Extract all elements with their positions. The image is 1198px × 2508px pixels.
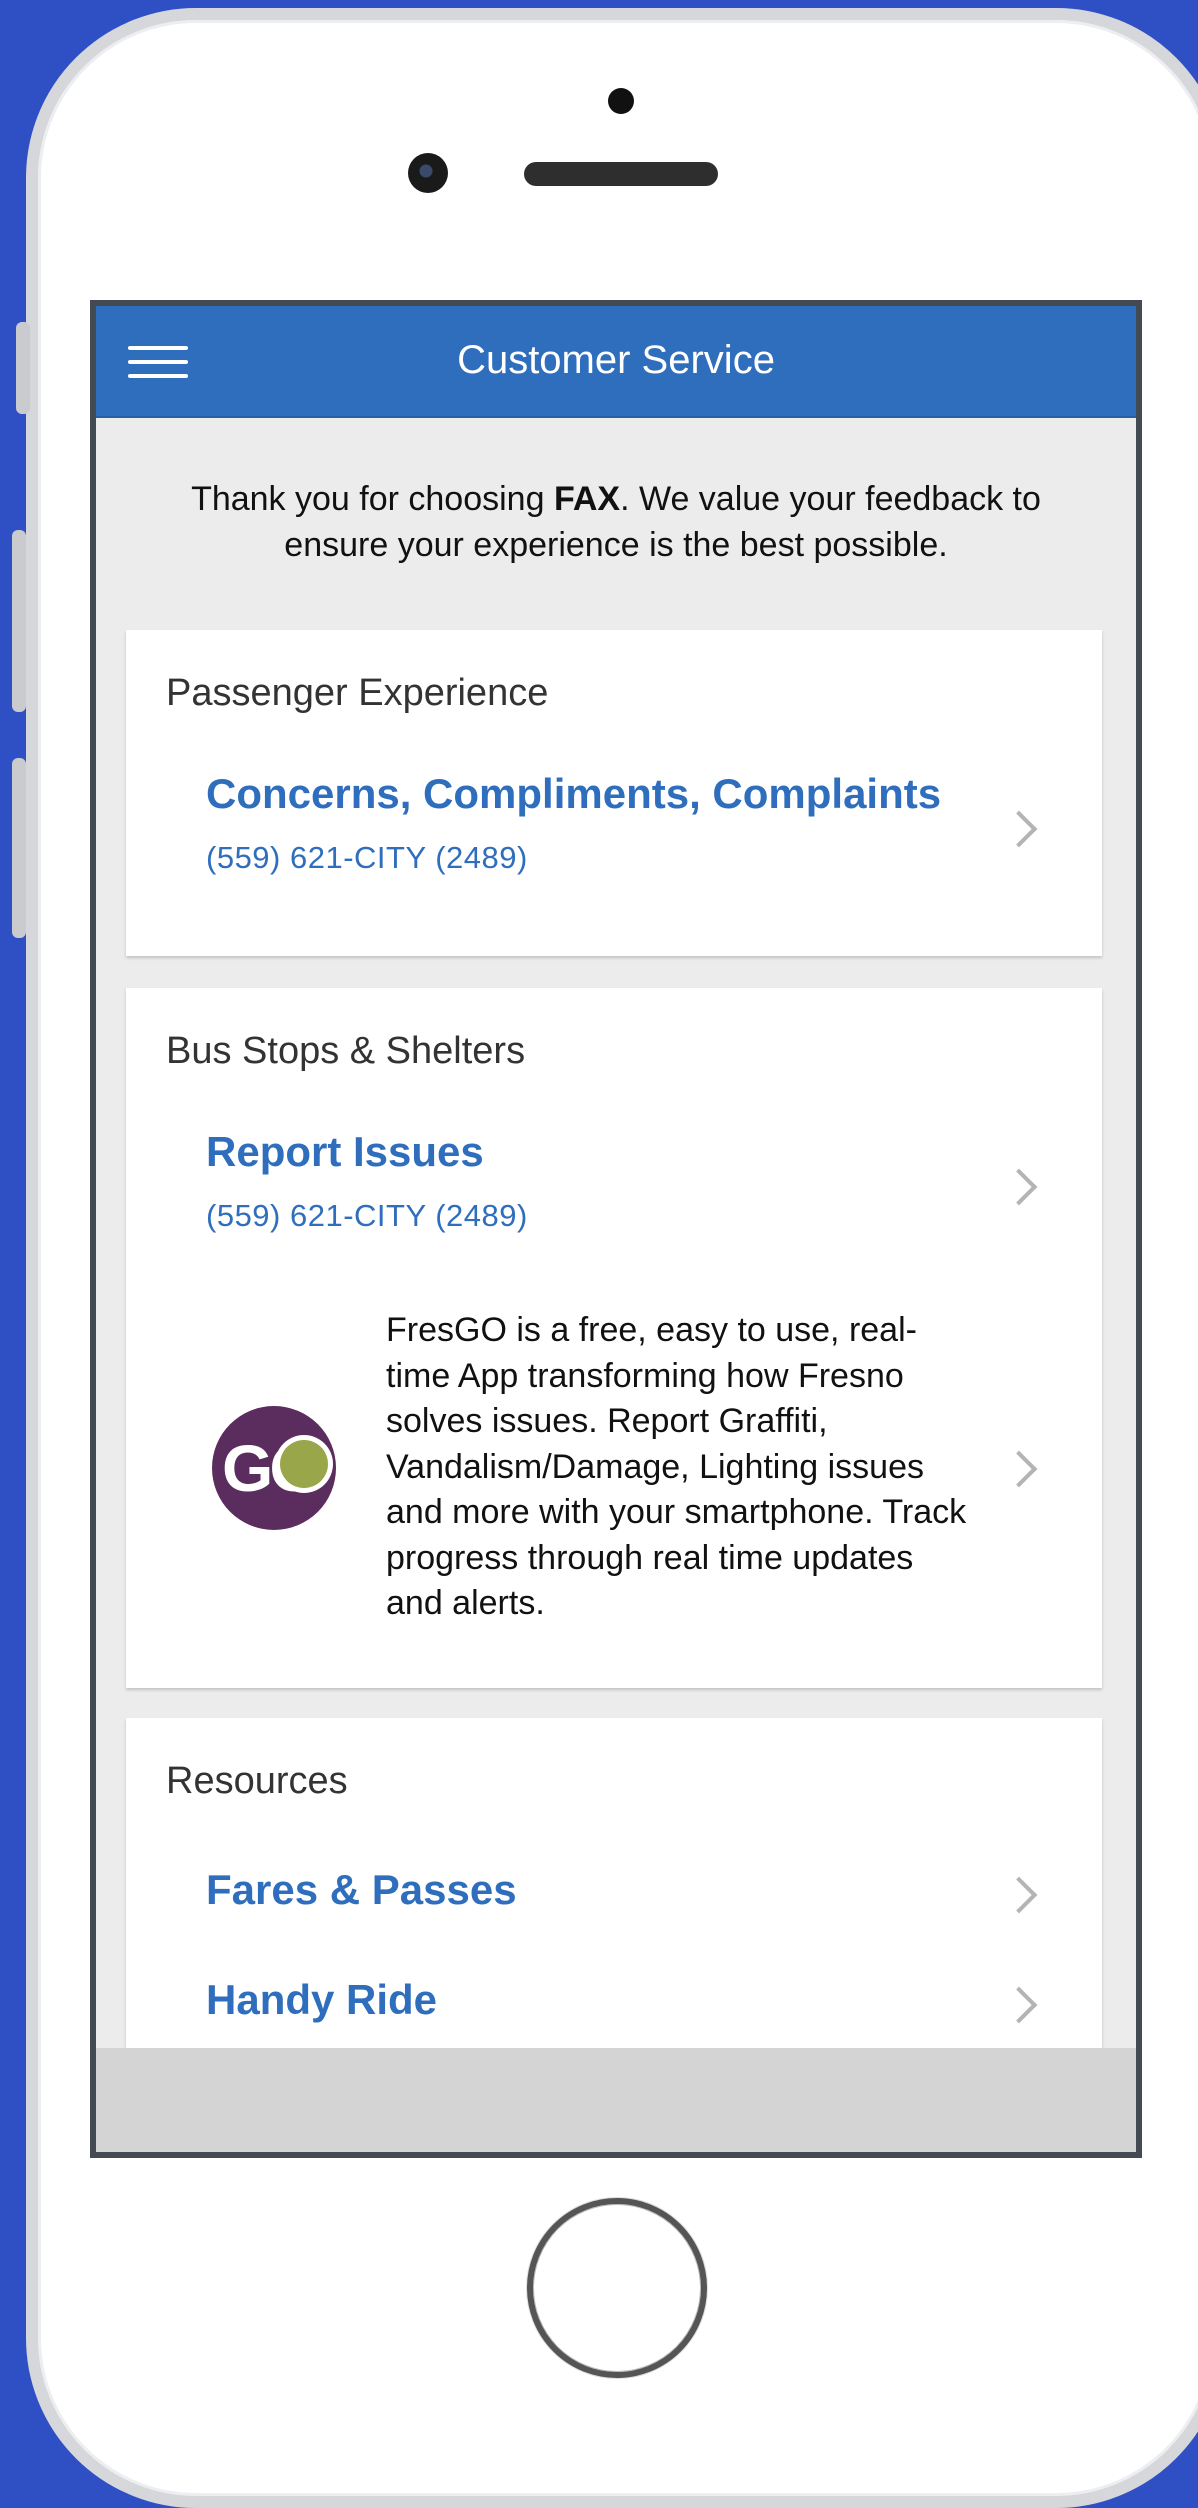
home-button[interactable] xyxy=(527,2198,707,2378)
earpiece-speaker xyxy=(524,162,718,186)
fresgo-description: FresGO is a free, easy to use, real-time… xyxy=(386,1311,967,1622)
side-button-mute xyxy=(16,322,30,414)
fares-passes-link[interactable]: Fares & Passes xyxy=(206,1866,517,1914)
report-issues-phone[interactable]: (559) 621-CITY (2489) xyxy=(206,1198,528,1234)
brand-name: FAX xyxy=(553,480,621,518)
page-title: Customer Service xyxy=(457,338,775,382)
chevron-right-icon xyxy=(1000,810,1038,848)
section-title: Passenger Experience xyxy=(166,672,549,714)
chevron-right-icon xyxy=(1000,1450,1038,1488)
section-title: Resources xyxy=(166,1760,348,1802)
report-issues-link-title[interactable]: Report Issues xyxy=(206,1128,484,1176)
fresgo-row[interactable]: GO FresGO is a free, easy to use, real-t… xyxy=(126,1308,1102,1628)
navigation-bar: Customer Service xyxy=(96,306,1136,418)
app-screen: Customer Service Thank you for choosing … xyxy=(90,300,1142,2158)
handy-ride-row[interactable]: Handy Ride xyxy=(126,1976,1102,2046)
chevron-right-icon xyxy=(1000,1876,1038,1914)
concerns-link-title[interactable]: Concerns, Compliments, Complaints xyxy=(206,770,941,818)
side-button-volume-down xyxy=(12,758,26,938)
bottom-toolbar xyxy=(96,2048,1136,2152)
chevron-right-icon xyxy=(1000,1168,1038,1206)
fares-passes-row[interactable]: Fares & Passes xyxy=(126,1866,1102,1936)
passenger-experience-card: Passenger Experience Concerns, Complimen… xyxy=(126,630,1102,956)
side-button-volume-up xyxy=(12,530,26,712)
proximity-sensor xyxy=(608,88,634,114)
handy-ride-link[interactable]: Handy Ride xyxy=(206,1976,437,2024)
intro-text: Thank you for choosing FAX. We value you… xyxy=(191,480,1041,564)
front-camera-icon xyxy=(408,153,448,193)
bus-stops-card: Bus Stops & Shelters Report Issues (559)… xyxy=(126,988,1102,1688)
report-issues-row[interactable]: Report Issues (559) 621-CITY (2489) xyxy=(126,1128,1102,1278)
concerns-link-row[interactable]: Concerns, Compliments, Complaints (559) … xyxy=(126,770,1102,920)
concerns-phone[interactable]: (559) 621-CITY (2489) xyxy=(206,840,528,876)
fresgo-logo-icon: GO xyxy=(212,1406,336,1530)
chevron-right-icon xyxy=(1000,1986,1038,2024)
section-title: Bus Stops & Shelters xyxy=(166,1030,526,1072)
